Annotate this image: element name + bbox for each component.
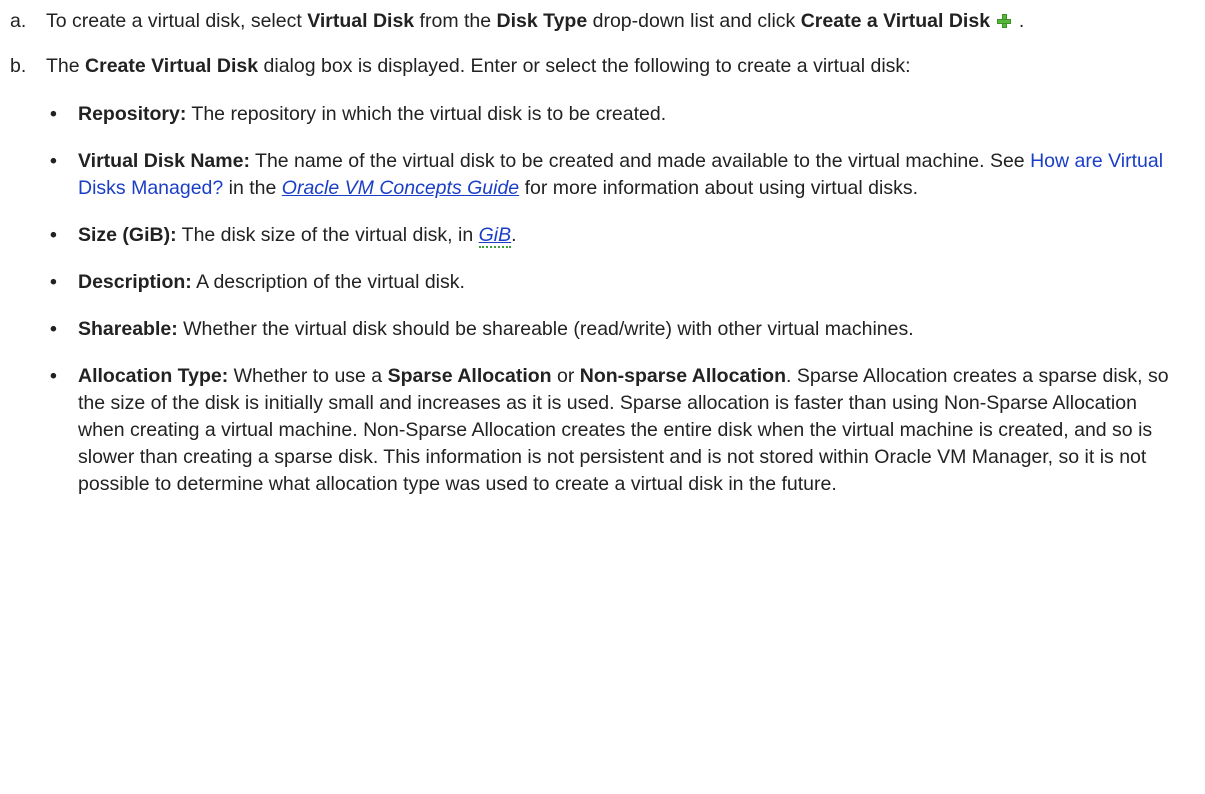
field-description: Whether the virtual disk should be share… [177,318,914,340]
ui-term-disk-type: Disk Type [496,10,588,32]
ui-term-create-virtual-disk-dialog: Create Virtual Disk [85,55,259,77]
plus-icon [997,14,1012,28]
step-marker: a. [10,10,27,32]
bullet-icon: • [50,271,57,293]
field-description: The disk size of the virtual disk, in [176,224,479,246]
list-item-shareable: • Shareable: Whether the virtual disk sh… [46,316,1187,343]
list-item-text: Allocation Type: Whether to use a Sparse… [78,363,1187,498]
link-concepts-guide[interactable]: Oracle VM Concepts Guide [282,177,519,199]
ui-term-sparse-allocation: Sparse Allocation [387,365,552,387]
list-item-virtual-disk-name: • Virtual Disk Name: The name of the vir… [46,148,1187,202]
field-description: The repository in which the virtual disk… [186,103,667,125]
glossary-link-gib[interactable]: GiB [478,224,512,248]
text-fragment: To create a virtual disk, select [46,10,308,32]
list-item-text: Repository: The repository in which the … [78,101,1187,128]
field-description: A description of the virtual disk. [191,271,465,293]
field-label: Virtual Disk Name: [78,150,250,172]
list-item-repository: • Repository: The repository in which th… [46,101,1187,128]
list-item-allocation-type: • Allocation Type: Whether to use a Spar… [46,363,1187,498]
step-a-text: To create a virtual disk, select Virtual… [46,8,1195,35]
bullet-icon: • [50,103,57,125]
list-item-text: Description: A description of the virtua… [78,269,1187,296]
list-item-text: Virtual Disk Name: The name of the virtu… [78,148,1187,202]
text-fragment: drop-down list and click [587,10,801,32]
step-b: b. The Create Virtual Disk dialog box is… [10,53,1195,518]
text-fragment: dialog box is displayed. Enter or select… [258,55,911,77]
document-body: a. To create a virtual disk, select Virt… [0,0,1205,794]
field-description: Whether to use a [228,365,388,387]
ui-term-virtual-disk: Virtual Disk [307,10,415,32]
step-b-text: The Create Virtual Disk dialog box is di… [46,53,1195,518]
field-description: for more information about using virtual… [519,177,919,199]
list-item-text: Shareable: Whether the virtual disk shou… [78,316,1187,343]
ui-term-non-sparse-allocation: Non-sparse Allocation [579,365,786,387]
text-fragment: . [1013,10,1025,32]
bullet-icon: • [50,224,57,246]
text-fragment: The [46,55,86,77]
bullet-icon: • [50,365,57,387]
field-label: Allocation Type: [78,365,229,387]
text-fragment: from the [414,10,497,32]
bullet-icon: • [50,318,57,340]
field-list: • Repository: The repository in which th… [46,101,1187,498]
step-a: a. To create a virtual disk, select Virt… [10,8,1195,35]
field-description: . [511,224,517,246]
field-description: or [551,365,580,387]
ui-term-create-virtual-disk: Create a Virtual Disk [800,10,991,32]
field-description: The name of the virtual disk to be creat… [249,150,1031,172]
list-item-size: • Size (GiB): The disk size of the virtu… [46,222,1187,249]
field-label: Size (GiB): [78,224,177,246]
field-description: in the [223,177,282,199]
list-item-description: • Description: A description of the virt… [46,269,1187,296]
step-marker: b. [10,55,27,77]
field-label: Repository: [78,103,187,125]
list-item-text: Size (GiB): The disk size of the virtual… [78,222,1187,249]
field-label: Description: [78,271,192,293]
field-label: Shareable: [78,318,178,340]
bullet-icon: • [50,150,57,172]
